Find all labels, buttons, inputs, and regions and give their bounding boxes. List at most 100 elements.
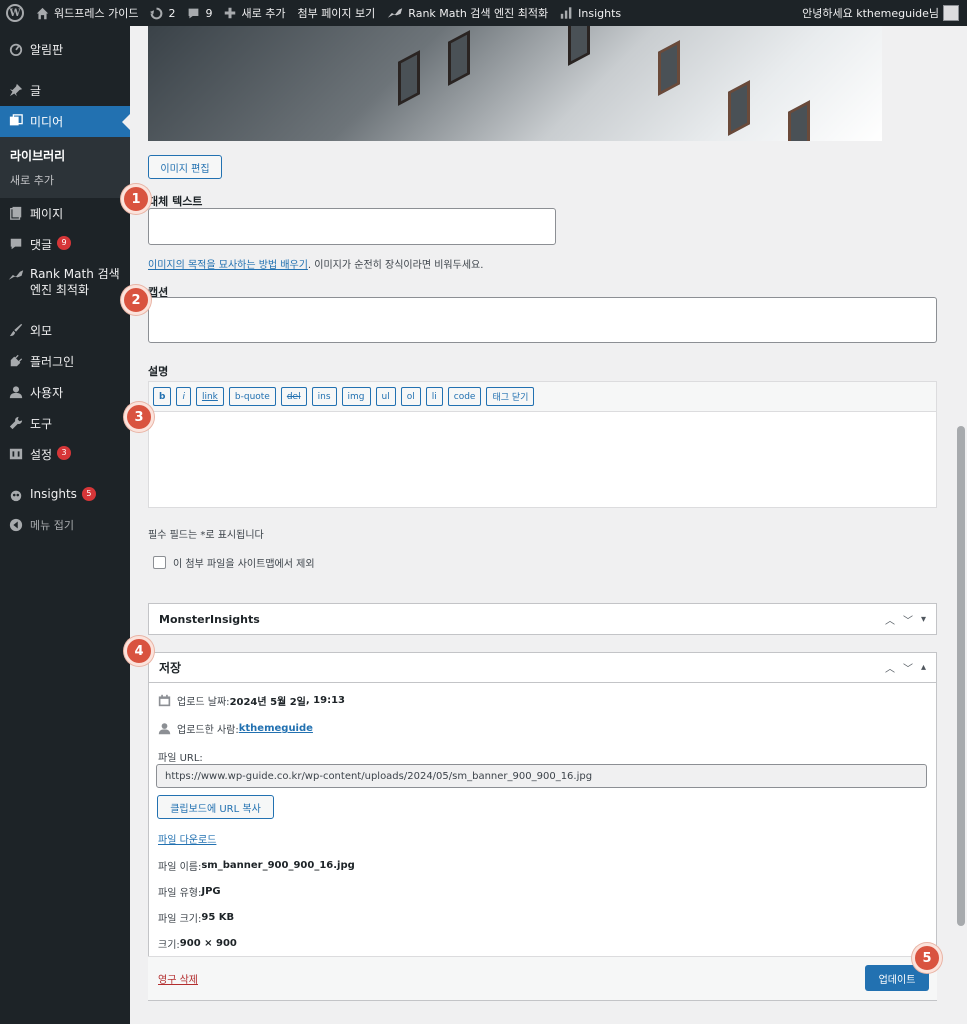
site-name: 워드프레스 가이드 bbox=[54, 7, 139, 20]
alt-text-help: 이미지의 목적을 묘사하는 방법 배우기. 이미지가 순전히 장식이라면 비워두… bbox=[148, 256, 483, 271]
menu-media[interactable]: 미디어 bbox=[0, 106, 130, 137]
menu-collapse[interactable]: 메뉴 접기 bbox=[0, 510, 130, 540]
required-fields-note: 필수 필드는 *로 표시됩니다 bbox=[148, 530, 264, 541]
qt-img-button[interactable]: img bbox=[341, 387, 371, 406]
quicktags-toolbar: b i link b-quote del ins img ul ol li co… bbox=[148, 381, 937, 411]
view-attachment-link[interactable]: 첨부 페이지 보기 bbox=[291, 0, 381, 26]
file-size-label: 파일 크기: bbox=[158, 914, 202, 925]
rankmath-icon bbox=[388, 8, 403, 18]
step-marker-1: 1 bbox=[121, 184, 151, 214]
menu-tools-label: 도구 bbox=[30, 417, 53, 432]
uploaded-on-time: , 19:13 bbox=[305, 695, 345, 706]
submenu-add-new[interactable]: 새로 추가 bbox=[0, 168, 130, 192]
site-name-link[interactable]: 워드프레스 가이드 bbox=[30, 0, 144, 26]
copy-url-button[interactable]: 클립보드에 URL 복사 bbox=[157, 795, 274, 819]
toggle-arrow-icon[interactable]: ▾ bbox=[921, 614, 926, 625]
download-link[interactable]: 파일 다운로드 bbox=[158, 831, 216, 846]
file-url-field[interactable]: https://www.wp-guide.co.kr/wp-content/up… bbox=[156, 764, 927, 788]
uploaded-on-label: 업로드 날짜: bbox=[177, 697, 230, 708]
qt-li-button[interactable]: li bbox=[425, 387, 443, 406]
chevron-down-icon[interactable]: ﹀ bbox=[903, 612, 913, 627]
file-size-row: 파일 크기: 95 KB bbox=[158, 910, 234, 925]
edit-image-button[interactable]: 이미지 편집 bbox=[148, 155, 222, 179]
delete-permanently-link[interactable]: 영구 삭제 bbox=[158, 971, 198, 986]
menu-rankmath-label-2: 엔진 최적화 bbox=[30, 282, 90, 297]
insights-badge: 5 bbox=[81, 487, 96, 502]
uploaded-by-link[interactable]: kthemeguide bbox=[239, 723, 313, 734]
download-row: 파일 다운로드 bbox=[158, 831, 216, 846]
file-name-label: 파일 이름: bbox=[158, 862, 202, 873]
submenu-library[interactable]: 라이브러리 bbox=[0, 143, 130, 168]
menu-rankmath[interactable]: Rank Math 검색 엔진 최적화 bbox=[0, 260, 130, 305]
menu-comments[interactable]: 댓글 9 bbox=[0, 229, 130, 260]
menu-appearance-label: 외모 bbox=[30, 324, 53, 339]
step-marker-5: 5 bbox=[912, 943, 942, 973]
qt-del-button[interactable]: del bbox=[280, 387, 307, 406]
brush-icon bbox=[8, 322, 24, 338]
qt-blockquote-button[interactable]: b-quote bbox=[228, 387, 276, 406]
description-textarea[interactable] bbox=[148, 411, 937, 508]
my-account-link[interactable]: 안녕하세요 kthemeguide님 bbox=[796, 0, 967, 26]
updates-link[interactable]: 2 bbox=[144, 0, 181, 26]
qt-ins-button[interactable]: ins bbox=[311, 387, 337, 406]
settings-icon bbox=[8, 446, 24, 462]
file-name-row: 파일 이름: sm_banner_900_900_16.jpg bbox=[158, 858, 355, 873]
sitemap-exclude-checkbox[interactable] bbox=[153, 556, 166, 569]
page-scrollbar[interactable] bbox=[955, 26, 967, 1024]
insights-label: Insights bbox=[578, 6, 622, 20]
menu-posts-label: 글 bbox=[30, 84, 42, 98]
menu-collapse-label: 메뉴 접기 bbox=[30, 519, 74, 533]
monsterinsights-icon bbox=[8, 487, 24, 503]
menu-posts[interactable]: 글 bbox=[0, 75, 130, 106]
qt-close-tags-button[interactable]: 태그 닫기 bbox=[486, 387, 535, 406]
qt-italic-button[interactable]: i bbox=[176, 387, 191, 406]
menu-users[interactable]: 사용자 bbox=[0, 377, 130, 408]
updates-count: 2 bbox=[168, 6, 176, 20]
bar-chart-icon bbox=[560, 7, 572, 19]
chevron-up-icon[interactable]: ︿ bbox=[885, 660, 895, 675]
menu-users-label: 사용자 bbox=[30, 386, 64, 401]
step-marker-3: 3 bbox=[124, 402, 154, 432]
home-icon bbox=[36, 7, 49, 19]
chevron-up-icon[interactable]: ︿ bbox=[885, 612, 895, 627]
dashboard-icon bbox=[8, 41, 24, 57]
file-url-label: 파일 URL: bbox=[158, 753, 203, 764]
insights-link[interactable]: Insights bbox=[554, 0, 627, 26]
menu-pages[interactable]: 페이지 bbox=[0, 198, 130, 229]
menu-appearance[interactable]: 외모 bbox=[0, 315, 130, 346]
uploaded-on-row: 업로드 날짜: 2024년 5월 2일 , 19:13 bbox=[158, 693, 345, 708]
menu-tools[interactable]: 도구 bbox=[0, 408, 130, 439]
chevron-down-icon[interactable]: ﹀ bbox=[903, 660, 913, 675]
qt-bold-button[interactable]: b bbox=[153, 387, 172, 406]
menu-plugins[interactable]: 플러그인 bbox=[0, 346, 130, 377]
updates-icon bbox=[150, 7, 163, 19]
qt-ol-button[interactable]: ol bbox=[400, 387, 421, 406]
qt-code-button[interactable]: code bbox=[447, 387, 482, 406]
alt-text-input[interactable] bbox=[148, 208, 556, 245]
user-icon bbox=[158, 723, 171, 735]
step-marker-2: 2 bbox=[121, 285, 151, 315]
uploaded-by-label: 업로드한 사람: bbox=[177, 725, 239, 736]
file-type-row: 파일 유형: JPG bbox=[158, 884, 221, 899]
menu-settings[interactable]: 설정 3 bbox=[0, 439, 130, 470]
wordpress-logo-icon[interactable]: W bbox=[0, 0, 30, 26]
alt-text-help-link[interactable]: 이미지의 목적을 묘사하는 방법 배우기 bbox=[148, 260, 308, 271]
admin-bar: W 워드프레스 가이드 2 9 새로 추가 첨부 페이지 보기 Rank Mat… bbox=[0, 0, 967, 26]
menu-dashboard[interactable]: 알림판 bbox=[0, 34, 130, 65]
caption-input[interactable] bbox=[148, 297, 937, 343]
toggle-arrow-icon[interactable]: ▴ bbox=[921, 662, 926, 673]
menu-insights[interactable]: Insights 5 bbox=[0, 480, 130, 510]
wrench-icon bbox=[8, 415, 24, 431]
scrollbar-thumb[interactable] bbox=[957, 426, 965, 926]
pin-icon bbox=[8, 82, 24, 98]
new-content-link[interactable]: 새로 추가 bbox=[218, 0, 291, 26]
qt-link-button[interactable]: link bbox=[195, 387, 224, 406]
dimensions-label: 크기: bbox=[158, 940, 180, 951]
comment-icon bbox=[8, 236, 24, 252]
plugin-icon bbox=[8, 353, 24, 369]
rankmath-link[interactable]: Rank Math 검색 엔진 최적화 bbox=[381, 0, 554, 26]
qt-ul-button[interactable]: ul bbox=[375, 387, 396, 406]
comments-link[interactable]: 9 bbox=[181, 0, 218, 26]
alt-text-label: 대체 텍스트 bbox=[148, 195, 203, 208]
monsterinsights-metabox: MonsterInsights ︿ ﹀ ▾ bbox=[148, 603, 937, 635]
